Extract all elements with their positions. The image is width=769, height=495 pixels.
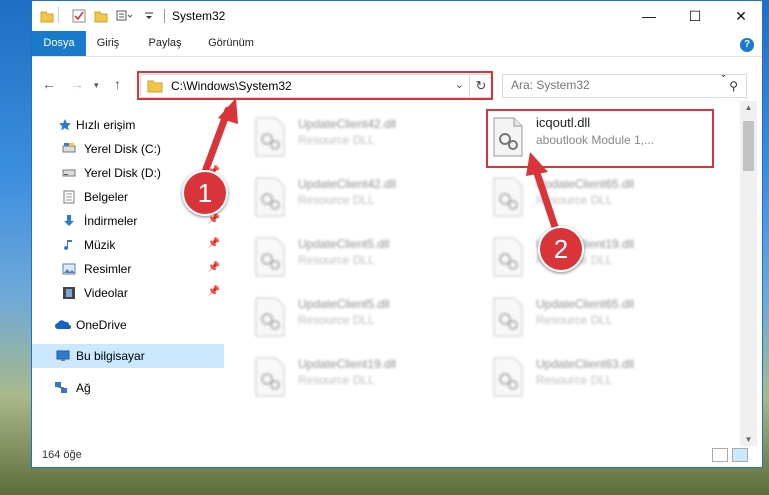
callout-1: 1 xyxy=(182,170,228,216)
callout-arrows xyxy=(201,98,562,240)
callout-2: 2 xyxy=(538,226,584,272)
